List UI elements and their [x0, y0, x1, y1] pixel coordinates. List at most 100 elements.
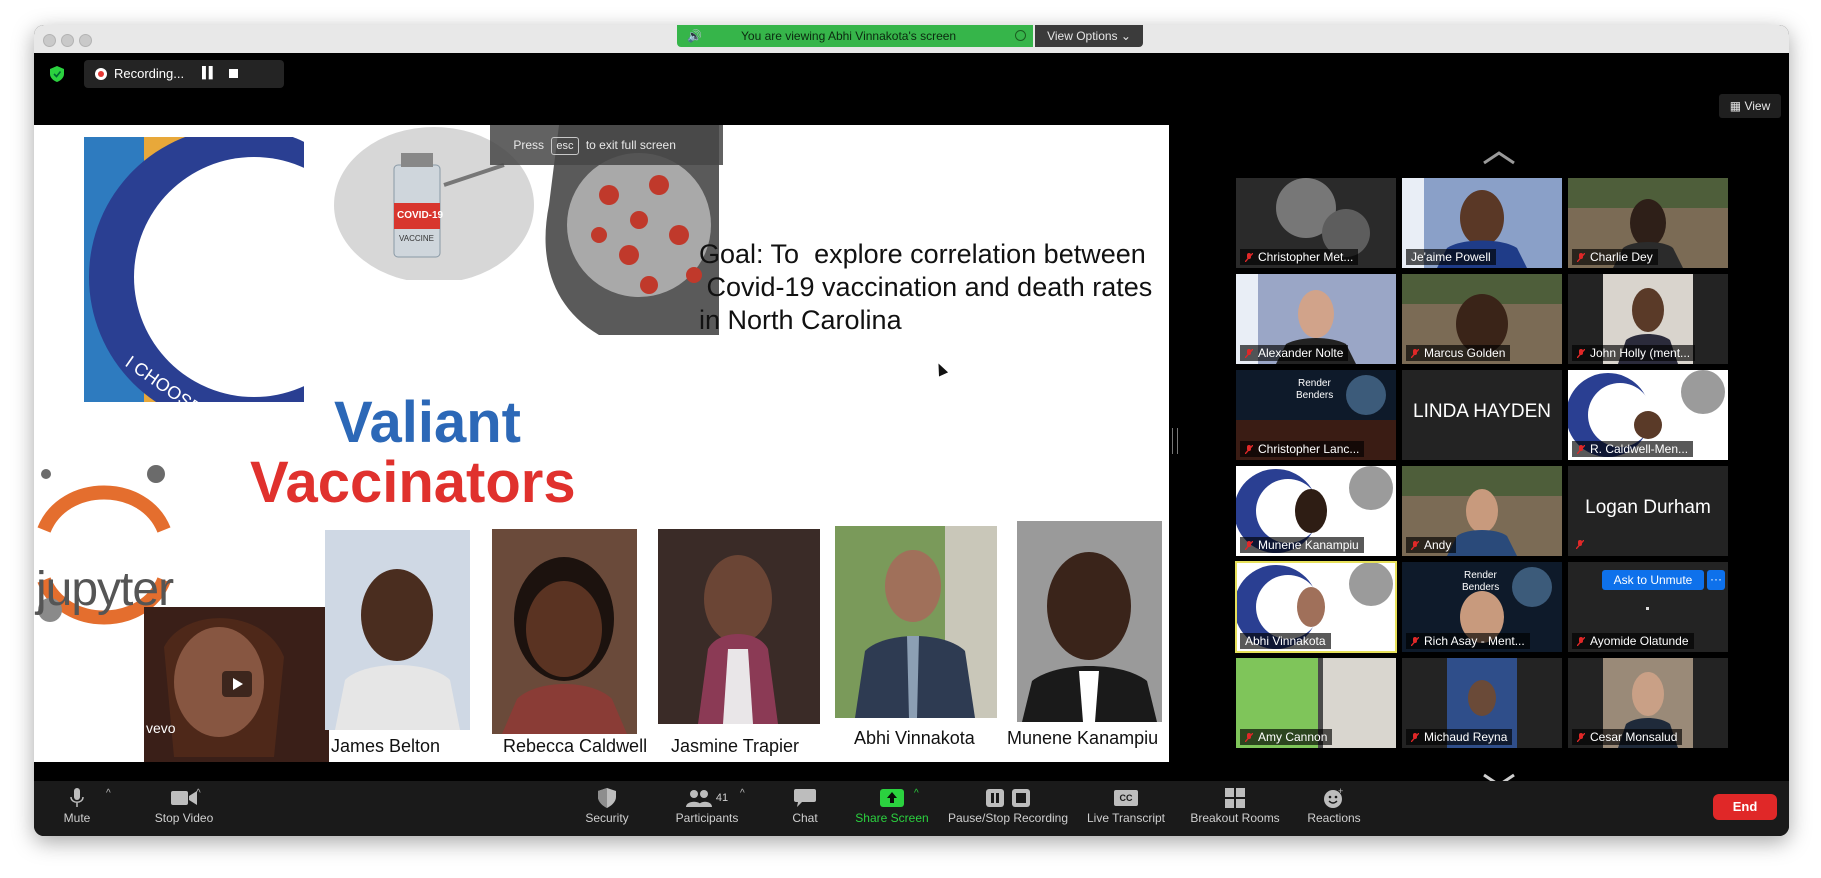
panel-resize-handle[interactable] — [1172, 428, 1178, 454]
zoom-window-button[interactable] — [79, 34, 92, 47]
participants-options-caret-icon[interactable]: ^ — [740, 788, 745, 799]
goal-line-1: Goal: To explore correlation between — [699, 239, 1146, 269]
team-photo-rebecca-caldwell — [492, 529, 637, 734]
tile-name-label: Michaud Reyna — [1406, 729, 1513, 745]
tile-name: Christopher Met... — [1258, 250, 1354, 264]
tile-name-label: Alexander Nolte — [1240, 345, 1349, 361]
chat-button[interactable]: Chat — [780, 785, 830, 833]
video-tile-jeaime-powell[interactable]: Je'aime Powell — [1402, 178, 1562, 268]
team-name-2: Rebecca Caldwell — [503, 736, 648, 756]
video-tile-amy-cannon[interactable]: Amy Cannon — [1236, 658, 1396, 748]
team-name-4: Abhi Vinnakota — [854, 728, 975, 748]
share-screen-button[interactable]: Share Screen — [842, 785, 942, 833]
tile-name: Michaud Reyna — [1424, 730, 1508, 744]
pause-stop-recording-button[interactable]: Pause/Stop Recording — [938, 785, 1078, 833]
tile-name: Amy Cannon — [1258, 730, 1328, 744]
svg-text:Render: Render — [1298, 378, 1331, 389]
mute-options-caret-icon[interactable]: ^ — [106, 788, 111, 799]
stop-recording-icon[interactable] — [229, 69, 238, 78]
tile-name: Ayomide Olatunde — [1590, 634, 1689, 648]
video-tile-michaud-reyna[interactable]: Michaud Reyna — [1402, 658, 1562, 748]
video-tile-andy[interactable]: Andy — [1402, 466, 1562, 556]
breakout-rooms-button[interactable]: Breakout Rooms — [1180, 785, 1290, 833]
muted-mic-icon — [1245, 541, 1253, 550]
status-circle-icon — [1015, 30, 1026, 41]
screen-share-banner: 🔊 You are viewing Abhi Vinnakota's scree… — [677, 25, 1033, 47]
video-tile-abhi-vinnakota[interactable]: Abhi Vinnakota — [1235, 561, 1397, 653]
view-button[interactable]: ▦ View — [1719, 94, 1781, 118]
security-button[interactable]: Security — [570, 785, 644, 833]
svg-text:Benders: Benders — [1296, 390, 1333, 401]
participants-button[interactable]: 41 Participants — [662, 785, 752, 833]
tile-name-label: Rich Asay - Ment... — [1406, 633, 1530, 649]
video-tile-ayomide-olatunde[interactable]: Ask to Unmute ··· Ayomide Olatunde — [1568, 562, 1728, 652]
muted-mic-icon — [1245, 253, 1253, 262]
reactions-button[interactable]: + Reactions — [1302, 785, 1366, 833]
video-tile-john-holly[interactable]: John Holly (ment... — [1568, 274, 1728, 364]
view-button-label: View — [1744, 99, 1771, 113]
zoom-window: 🔊 You are viewing Abhi Vinnakota's scree… — [34, 25, 1789, 836]
video-camera-icon — [171, 791, 197, 805]
video-tile-rich-asay[interactable]: Render Benders Rich Asay - Ment... — [1402, 562, 1562, 652]
minimize-window-button[interactable] — [61, 34, 74, 47]
speaker-icon: 🔊 — [687, 29, 702, 43]
end-meeting-button[interactable]: End — [1713, 794, 1777, 820]
chat-bubble-icon — [794, 789, 816, 807]
mouse-cursor-icon — [933, 361, 949, 377]
video-tile-christopher-met[interactable]: Christopher Met... — [1236, 178, 1396, 268]
play-button[interactable] — [222, 671, 252, 697]
tile-name-label: Christopher Met... — [1240, 249, 1359, 265]
vevo-label: vevo — [146, 720, 176, 736]
video-options-caret-icon[interactable]: ^ — [196, 788, 201, 799]
vaccine-label: COVID-19 — [397, 210, 444, 221]
team-name-5: Munene Kanampiu — [1007, 728, 1159, 748]
video-tile-marcus-golden[interactable]: Marcus Golden — [1402, 274, 1562, 364]
stop-video-button[interactable]: Stop Video — [134, 785, 234, 833]
exit-full-screen-hint: Press esc to exit full screen — [490, 125, 723, 165]
video-tile-logan-durham[interactable]: Logan Durham — [1568, 466, 1728, 556]
close-window-button[interactable] — [43, 34, 56, 47]
share-options-caret-icon[interactable]: ^ — [914, 788, 919, 799]
ask-to-unmute-button[interactable]: Ask to Unmute — [1602, 570, 1704, 590]
meeting-content: Recording... ▌▌ I CHOOSE COVID-19 VACCIN… — [34, 53, 1789, 787]
muted-mic-icon — [1411, 733, 1419, 742]
shared-screen-slide: I CHOOSE COVID-19 VACCINE Press esc to e… — [34, 125, 1169, 762]
muted-mic-icon — [1577, 733, 1585, 742]
video-tile-r-caldwell[interactable]: R. Caldwell-Men... — [1568, 370, 1728, 460]
pause-recording-icon[interactable]: ▌▌ — [202, 67, 217, 79]
microphone-icon — [70, 788, 84, 807]
participants-label: Participants — [675, 811, 739, 825]
muted-mic-icon — [1577, 445, 1585, 454]
video-tile-linda-hayden[interactable]: LINDA HAYDEN — [1402, 370, 1562, 460]
participants-icon — [685, 790, 712, 807]
valiant-logo-image: I CHOOSE — [84, 137, 304, 402]
live-transcript-button[interactable]: CC Live Transcript — [1078, 785, 1174, 833]
video-tile-alexander-nolte[interactable]: Alexander Nolte — [1236, 274, 1396, 364]
closed-caption-icon: CC — [1114, 790, 1138, 806]
tile-name-label: Andy — [1406, 537, 1457, 553]
team-name-3: Jasmine Trapier — [671, 736, 800, 756]
muted-mic-icon — [1411, 637, 1419, 646]
video-tile-christopher-lanc[interactable]: Render Benders Christopher Lanc... — [1236, 370, 1396, 460]
muted-mic-icon — [1577, 253, 1585, 262]
tile-name: Cesar Monsalud — [1590, 730, 1678, 744]
placeholder-dot — [1646, 607, 1649, 610]
video-tile-munene-kanampiu[interactable]: Munene Kanampiu — [1236, 466, 1396, 556]
tile-name-label: Christopher Lanc... — [1240, 441, 1365, 457]
tile-name: Alexander Nolte — [1258, 346, 1344, 360]
chat-label: Chat — [792, 811, 818, 825]
banner-text: You are viewing Abhi Vinnakota's screen — [741, 29, 957, 43]
svg-text:Benders: Benders — [1462, 582, 1499, 593]
video-tile-charlie-dey[interactable]: Charlie Dey — [1568, 178, 1728, 268]
gallery-scroll-up-icon[interactable] — [1482, 151, 1516, 165]
mute-button[interactable]: Mute — [58, 785, 96, 833]
more-options-button[interactable]: ··· — [1707, 570, 1725, 590]
video-tile-cesar-monsalud[interactable]: Cesar Monsalud — [1568, 658, 1728, 748]
tile-name: Charlie Dey — [1590, 250, 1653, 264]
view-options-button[interactable]: View Options ⌄ — [1035, 25, 1143, 47]
muted-mic-icon — [1411, 349, 1419, 358]
muted-mic-icon — [1576, 540, 1584, 549]
participant-name-placeholder: LINDA HAYDEN — [1413, 401, 1551, 422]
view-options-label: View Options — [1047, 29, 1118, 43]
video-thumbnail[interactable]: vevo — [144, 607, 329, 762]
